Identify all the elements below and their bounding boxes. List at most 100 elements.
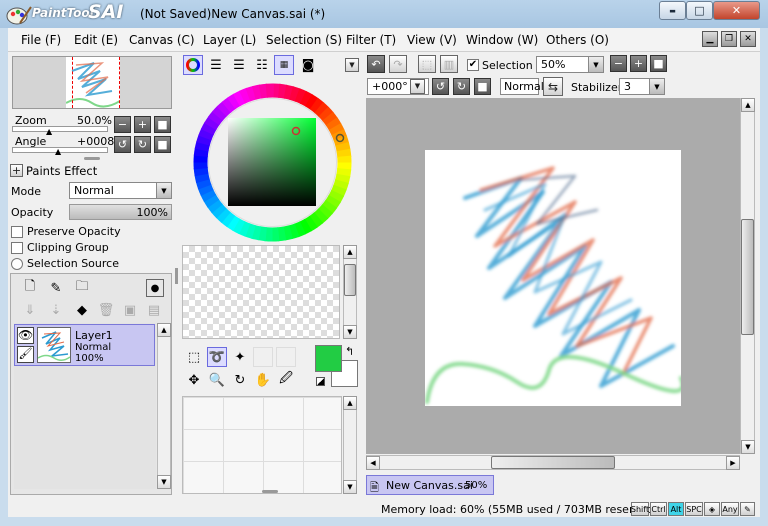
opacity-slider[interactable]: 100%: [69, 204, 172, 220]
color-panel-options-icon[interactable]: ▼: [345, 58, 359, 72]
layer-visibility-eye-icon[interactable]: 👁: [17, 327, 34, 344]
window-close-button[interactable]: ✕: [713, 1, 760, 20]
nav-zoom-reset-button[interactable]: ■: [154, 116, 171, 133]
menu-window[interactable]: Window (W): [466, 33, 538, 47]
new-linework-layer-icon[interactable]: ✎: [46, 278, 66, 298]
panel-splitter-grip-vertical[interactable]: [175, 268, 178, 284]
move-icon[interactable]: ✥: [184, 370, 204, 390]
canvas-rotate-reset-button[interactable]: ■: [474, 78, 491, 95]
layer-brush-icon: 🖌: [17, 346, 34, 363]
chevron-down-icon: ▼: [156, 183, 171, 198]
angle-dropdown-icon[interactable]: ▼: [410, 79, 425, 94]
new-layer-icon[interactable]: 🗋: [20, 278, 40, 298]
hsv-sliders-tab-icon[interactable]: ☰: [229, 55, 249, 75]
mdi-minimize-button[interactable]: ▁: [702, 31, 718, 47]
primary-color-swatch[interactable]: [315, 345, 342, 372]
preserve-opacity-checkbox[interactable]: [11, 226, 23, 238]
nav-rotate-left-button[interactable]: ↺: [114, 136, 131, 153]
scroll-down-icon[interactable]: ▼: [343, 480, 357, 494]
canvas-rotate-left-button[interactable]: ↺: [432, 78, 449, 95]
scroll-down-icon[interactable]: ▼: [343, 325, 357, 339]
flip-canvas-icon[interactable]: ⇆: [543, 77, 563, 96]
canvas-hscroll-thumb[interactable]: [491, 456, 615, 469]
selection-checkbox[interactable]: ✔: [467, 59, 479, 71]
canvas-tab[interactable]: 🗎 New Canvas.sai 50%: [366, 475, 494, 495]
canvas-zoom-in-button[interactable]: +: [630, 55, 647, 72]
nav-zoom-out-button[interactable]: −: [114, 116, 131, 133]
scratchpad-area[interactable]: [182, 245, 340, 339]
scroll-up-icon[interactable]: ▲: [741, 98, 755, 112]
rect-select-icon[interactable]: ⬚: [184, 347, 204, 367]
maximize-icon: □: [694, 4, 705, 17]
canvas-vscroll-thumb[interactable]: [741, 219, 754, 335]
menu-view[interactable]: View (V): [407, 33, 457, 47]
transfer-down-icon: ⇓: [24, 302, 36, 318]
zoom-dropdown[interactable]: 50% ▼: [536, 56, 604, 73]
menu-others[interactable]: Others (O): [546, 33, 609, 47]
canvas-rotate-right-button[interactable]: ↻: [453, 78, 470, 95]
scroll-down-icon[interactable]: ▼: [157, 475, 171, 489]
scratchpad-scroll-thumb[interactable]: [344, 264, 356, 296]
menu-file[interactable]: File (F): [21, 33, 61, 47]
layer-row-layer1[interactable]: 👁 🖌 Layer1 Normal 100%: [14, 324, 155, 366]
swatches-tab-icon[interactable]: ▦: [274, 55, 294, 75]
nav-zoom-slider[interactable]: [12, 126, 108, 132]
menu-layer[interactable]: Layer (L): [203, 33, 256, 47]
nav-rotate-reset-button[interactable]: ■: [154, 136, 171, 153]
clear-layer-icon[interactable]: ◆: [72, 300, 92, 320]
menu-filter[interactable]: Filter (T): [346, 33, 396, 47]
scroll-down-icon[interactable]: ▼: [741, 440, 755, 454]
mixer-tab-icon[interactable]: ☷: [252, 55, 272, 75]
zoom-icon[interactable]: 🔍: [207, 370, 227, 390]
scratchpad-scrollbar[interactable]: ▲ ▼: [343, 245, 357, 339]
nav-zoom-in-button[interactable]: +: [134, 116, 151, 133]
mode-dropdown[interactable]: Normal ▼: [69, 182, 172, 199]
nav-angle-thumb[interactable]: ▲: [55, 147, 61, 156]
layer-list-scrollbar[interactable]: ▲ ▼: [157, 323, 171, 489]
window-maximize-button[interactable]: □: [686, 1, 713, 20]
nav-rotate-right-button[interactable]: ↻: [134, 136, 151, 153]
menu-edit[interactable]: Edit (E): [74, 33, 118, 47]
canvas-zoom-out-button[interactable]: −: [610, 55, 627, 72]
selection-source-radio[interactable]: [11, 258, 23, 270]
canvas-horizontal-scrollbar[interactable]: ◀ ▶: [366, 455, 740, 470]
rotate-icon[interactable]: ↻: [230, 370, 250, 390]
lasso-icon[interactable]: ➰: [207, 347, 227, 367]
color-wheel[interactable]: [190, 80, 355, 245]
paints-effect-expand-icon[interactable]: +: [10, 164, 23, 177]
scroll-up-icon[interactable]: ▲: [157, 323, 171, 337]
canvas-vertical-scrollbar[interactable]: ▲ ▼: [740, 98, 755, 454]
menu-selection[interactable]: Selection (S): [266, 33, 342, 47]
undo-button[interactable]: ↶: [367, 55, 385, 73]
scroll-up-icon[interactable]: ▲: [343, 245, 357, 259]
blend-mode-field[interactable]: Normal: [500, 78, 544, 95]
brush-grid-scrollbar[interactable]: ▲ ▼: [343, 396, 357, 494]
mdi-restore-button[interactable]: ❐: [721, 31, 737, 47]
clipping-group-checkbox[interactable]: [11, 242, 23, 254]
reset-colors-icon[interactable]: [316, 377, 325, 386]
window-minimize-button[interactable]: ▬: [659, 1, 686, 20]
stabilizer-dropdown[interactable]: 3 ▼: [619, 78, 665, 95]
panel-splitter-grip[interactable]: [84, 157, 100, 160]
scroll-left-icon[interactable]: ◀: [366, 456, 380, 470]
mdi-close-button[interactable]: ✕: [740, 31, 756, 47]
brush-tool-grid[interactable]: [182, 396, 342, 494]
rgb-sliders-tab-icon[interactable]: ☰: [206, 55, 226, 75]
navigator-preview[interactable]: [12, 56, 172, 109]
nav-zoom-thumb[interactable]: ▲: [46, 127, 52, 136]
color-wheel-tab[interactable]: [183, 55, 203, 75]
panel-splitter-grip[interactable]: [262, 490, 278, 493]
magic-wand-icon[interactable]: ✦: [230, 347, 250, 367]
canvas-tab-zoom: 50%: [465, 480, 488, 491]
drawing-canvas[interactable]: [425, 150, 685, 406]
menu-canvas[interactable]: Canvas (C): [129, 33, 195, 47]
hand-icon[interactable]: ✋: [253, 370, 273, 390]
scratchpad-tab-icon[interactable]: ◙: [298, 55, 318, 75]
new-folder-icon[interactable]: 🗀: [72, 278, 92, 298]
scroll-up-icon[interactable]: ▲: [343, 396, 357, 410]
swap-colors-icon[interactable]: ↰: [345, 345, 354, 358]
eyedropper-icon[interactable]: 🖉: [276, 370, 296, 390]
scroll-right-icon[interactable]: ▶: [726, 456, 740, 470]
layer-mask-icon[interactable]: ●: [146, 279, 164, 297]
canvas-zoom-reset-button[interactable]: ■: [650, 55, 667, 72]
